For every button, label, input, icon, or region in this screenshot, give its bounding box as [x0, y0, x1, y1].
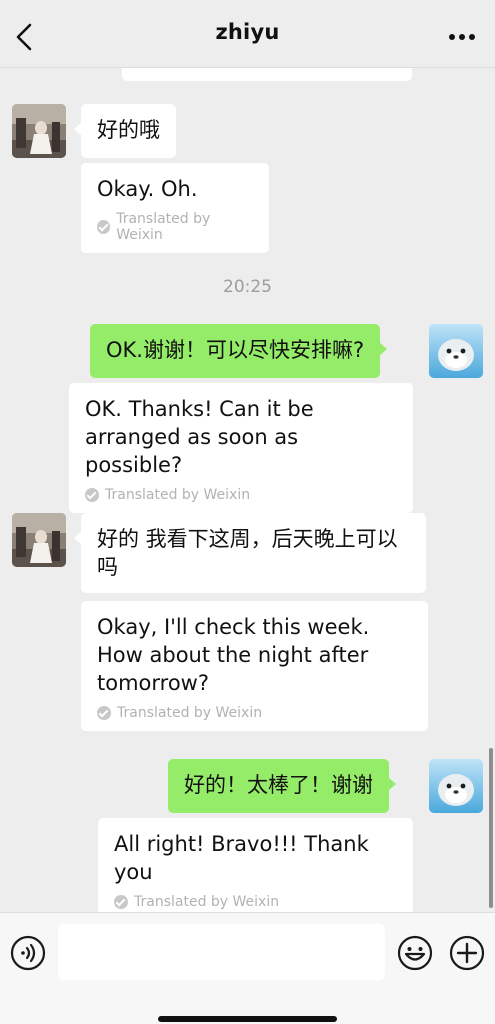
message-input[interactable]: [58, 924, 385, 980]
translation-footer: Translated by Weixin: [114, 894, 397, 910]
translation-text: OK. Thanks! Can it be arranged as soon a…: [85, 397, 314, 477]
emoji-button[interactable]: [397, 935, 433, 971]
translation-footer: Translated by Weixin: [85, 487, 397, 503]
plus-icon: [449, 935, 485, 971]
scrollbar[interactable]: [489, 748, 493, 908]
check-icon: [97, 220, 111, 234]
translation-text: Okay, I'll check this week. How about th…: [97, 615, 370, 695]
message-list[interactable]: 好的哦 Okay. Oh. Translated by Weixin 20:25: [0, 0, 495, 920]
translation-bubble[interactable]: All right! Bravo!!! Thank you Translated…: [98, 818, 413, 920]
contact-avatar[interactable]: [12, 104, 66, 158]
translated-by-label: Translated by Weixin: [116, 211, 211, 243]
message-text: 好的 我看下这周，后天晚上可以吗: [97, 527, 398, 579]
translation-footer: Translated by Weixin: [97, 211, 253, 243]
voice-button[interactable]: [10, 935, 46, 971]
chat-title: zhiyu: [215, 20, 280, 44]
incoming-message-bubble[interactable]: 好的哦: [74, 104, 176, 158]
my-avatar[interactable]: [429, 324, 483, 378]
more-dots-icon: [449, 34, 475, 40]
home-indicator: [158, 1016, 337, 1022]
timestamp: 20:25: [223, 277, 272, 297]
incoming-message-bubble[interactable]: 好的 我看下这周，后天晚上可以吗: [74, 513, 426, 593]
chat-header: zhiyu: [0, 0, 495, 68]
voice-icon: [10, 935, 46, 971]
translation-bubble[interactable]: Okay, I'll check this week. How about th…: [81, 601, 428, 731]
outgoing-message-bubble[interactable]: 好的！太棒了！谢谢: [168, 759, 396, 813]
message-text: 好的！太棒了！谢谢: [184, 773, 373, 797]
translation-footer: Translated by Weixin: [97, 705, 412, 721]
translated-by-label: Translated by Weixin: [105, 487, 251, 503]
input-bar: [0, 912, 495, 1024]
more-button[interactable]: [447, 27, 477, 47]
message-text: 好的哦: [97, 118, 160, 142]
chat-screen: 好的哦 Okay. Oh. Translated by Weixin 20:25: [0, 0, 495, 1024]
check-icon: [114, 895, 128, 909]
plus-button[interactable]: [449, 935, 485, 971]
check-icon: [85, 488, 99, 502]
emoji-icon: [397, 935, 433, 971]
translation-bubble[interactable]: OK. Thanks! Can it be arranged as soon a…: [69, 383, 413, 513]
translation-text: Okay. Oh.: [97, 177, 198, 201]
translated-by-label: Translated by Weixin: [134, 894, 280, 910]
my-avatar[interactable]: [429, 759, 483, 813]
outgoing-message-bubble[interactable]: OK.谢谢！可以尽快安排嘛?: [90, 324, 388, 378]
translation-text: All right! Bravo!!! Thank you: [114, 832, 369, 884]
translation-bubble[interactable]: Okay. Oh. Translated by Weixin: [81, 163, 269, 253]
message-text: OK.谢谢！可以尽快安排嘛?: [106, 338, 365, 362]
check-icon: [97, 706, 111, 720]
contact-avatar[interactable]: [12, 513, 66, 567]
translated-by-label: Translated by Weixin: [117, 705, 263, 721]
